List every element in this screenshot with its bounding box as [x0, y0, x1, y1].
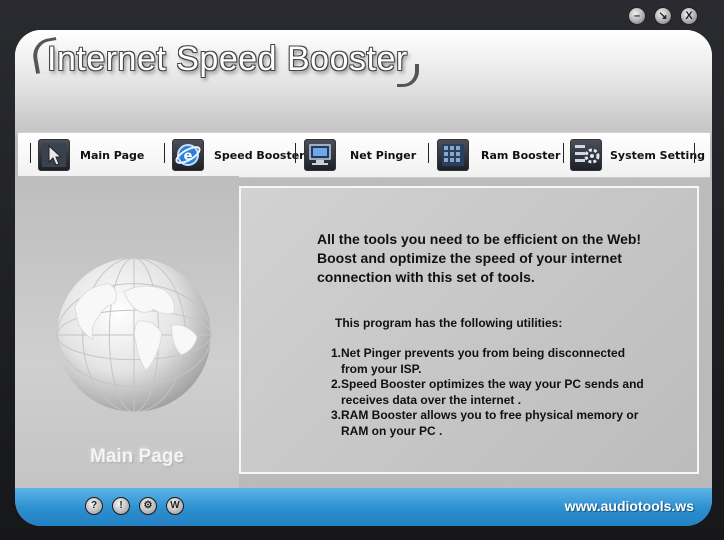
nav-net-pinger[interactable]: Net Pinger: [304, 136, 416, 174]
nav-speed-booster[interactable]: e Speed Booster: [172, 136, 305, 174]
settings-button[interactable]: ⚙: [139, 497, 157, 515]
info-icon: !: [119, 500, 123, 511]
nav-separator: [694, 143, 695, 163]
utilities-list: 1. Net Pinger prevents you from being di…: [331, 346, 651, 439]
intro-text: All the tools you need to be efficient o…: [317, 231, 642, 285]
ie-logo-icon: e: [172, 139, 204, 171]
utilities-heading: This program has the following utilities…: [335, 316, 563, 330]
list-number: 1.: [331, 346, 342, 360]
globe-icon: [56, 257, 212, 413]
cursor-icon: [38, 139, 70, 171]
gear-icon: ⚙: [143, 500, 153, 511]
nav-label: Main Page: [80, 148, 145, 162]
header: Internet Speed Booster: [15, 30, 712, 130]
nav-label: Net Pinger: [350, 148, 417, 162]
nav-label: Speed Booster: [214, 148, 305, 162]
list-item: 1. Net Pinger prevents you from being di…: [331, 346, 651, 377]
nav-label: Ram Booster: [481, 148, 561, 162]
web-button[interactable]: W: [166, 497, 184, 515]
footer-bar: ? ! ⚙ W www.audiotools.ws: [15, 488, 712, 526]
nav-separator: [295, 143, 296, 163]
list-item: 2. Speed Booster optimizes the way your …: [331, 377, 651, 408]
nav-separator: [30, 143, 31, 163]
help-button[interactable]: ?: [85, 497, 103, 515]
list-item: 3. RAM Booster allows you to free physic…: [331, 408, 651, 439]
help-icon: ?: [90, 500, 98, 511]
website-link[interactable]: www.audiotools.ws: [565, 498, 694, 514]
computer-icon: [304, 139, 336, 171]
list-text: Net Pinger prevents you from being disco…: [341, 346, 626, 376]
svg-text:e: e: [184, 149, 193, 164]
close-button[interactable]: X: [680, 7, 698, 25]
nav-separator: [563, 143, 564, 163]
app-title: Internet Speed Booster: [47, 40, 408, 78]
gears-icon: [570, 139, 602, 171]
restore-button[interactable]: ↘: [654, 7, 672, 25]
list-text: RAM Booster allows you to free physical …: [341, 408, 639, 438]
nav-ram-booster[interactable]: Ram Booster: [437, 136, 560, 174]
list-number: 2.: [331, 377, 342, 391]
minimize-button[interactable]: –: [628, 7, 646, 25]
nav-separator: [164, 143, 165, 163]
swoosh-decoration-icon: [397, 64, 419, 87]
nav-label: System Setting: [610, 148, 706, 162]
nav-main-page[interactable]: Main Page: [38, 136, 144, 174]
web-icon: W: [170, 500, 180, 511]
nav-separator: [428, 143, 429, 163]
list-text: Speed Booster optimizes the way your PC …: [341, 377, 644, 407]
info-button[interactable]: !: [112, 497, 130, 515]
list-number: 3.: [331, 408, 342, 422]
ram-chip-icon: [437, 139, 469, 171]
left-sidebar: Main Page: [15, 176, 239, 488]
nav-bar: Main Page e Speed Booster Net Pinger Ram…: [18, 132, 710, 178]
content-box: All the tools you need to be efficient o…: [239, 186, 699, 474]
page-caption: Main Page: [90, 446, 184, 467]
nav-system-setting[interactable]: System Setting: [570, 136, 705, 174]
main-panel: Internet Speed Booster Main Page e Speed…: [15, 30, 712, 526]
